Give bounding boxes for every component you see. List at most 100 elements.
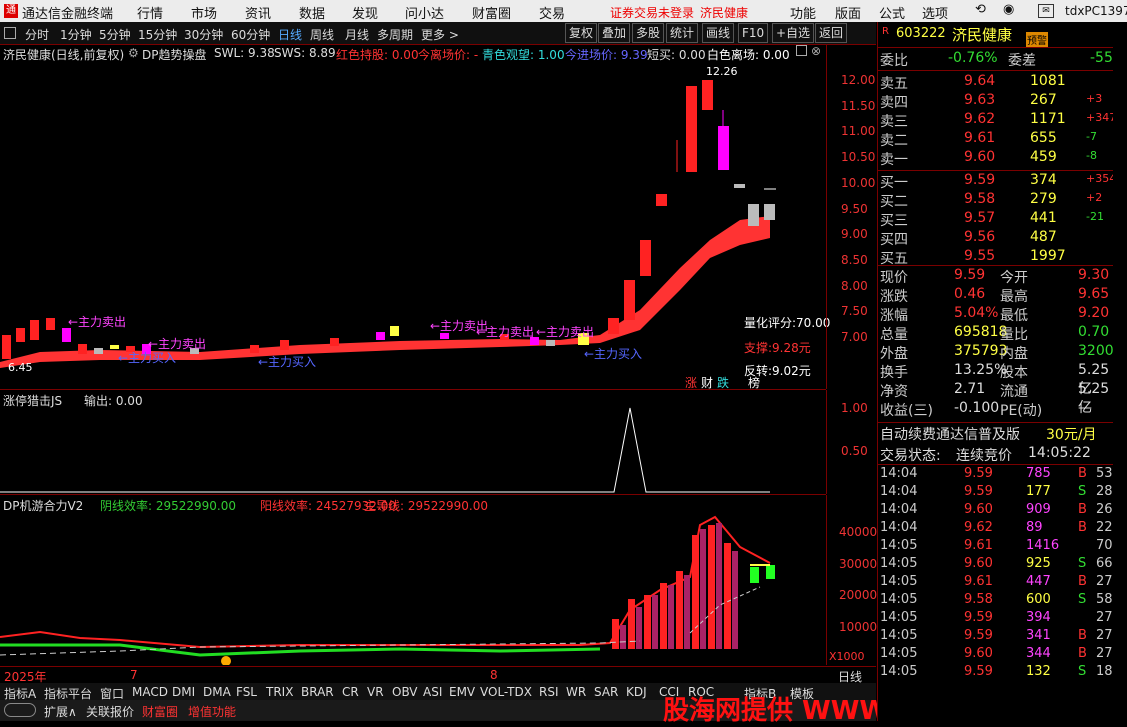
- sell-row[interactable]: 卖三 9.62 1171 +347: [878, 111, 1120, 130]
- force-pane[interactable]: DP机游合力V2 阴线效率: 29522990.00 阳线效率: 2452793…: [0, 495, 826, 665]
- ind-tab[interactable]: KDJ: [626, 685, 647, 699]
- kline-pane[interactable]: 济民健康(日线,前复权) ⚙ DP趋势操盘 SWL: 9.38 SWS: 8.8…: [0, 44, 830, 391]
- menu-item-3[interactable]: 数据: [299, 3, 325, 22]
- period-4[interactable]: 30分钟: [184, 26, 223, 43]
- side-scroll[interactable]: [1113, 40, 1127, 700]
- tick-row[interactable]: 14:05 9.58 600 S 58: [878, 592, 1120, 611]
- status-tab[interactable]: 财富圈: [142, 703, 178, 720]
- menu-right-2[interactable]: 公式: [879, 3, 905, 22]
- tool-1[interactable]: 叠加: [598, 23, 631, 43]
- tool-0[interactable]: 复权: [565, 23, 598, 43]
- ind-tab[interactable]: MACD: [132, 685, 168, 699]
- stock-notice[interactable]: 济民健康: [700, 4, 748, 21]
- ind-tab[interactable]: BRAR: [301, 685, 334, 699]
- status-tab[interactable]: 扩展∧: [44, 703, 77, 720]
- menu-item-2[interactable]: 资讯: [245, 3, 271, 22]
- period-1[interactable]: 1分钟: [60, 26, 92, 43]
- badge-up[interactable]: 涨: [685, 374, 697, 391]
- menu-item-4[interactable]: 发现: [352, 3, 378, 22]
- ind-tab[interactable]: VOL-TDX: [480, 685, 532, 699]
- stat-row[interactable]: 涨跌 0.46 最高 9.65: [878, 286, 1120, 305]
- sell-row[interactable]: 卖一 9.60 459 -8: [878, 149, 1120, 168]
- tick-row[interactable]: 14:05 9.61 447 B 27: [878, 574, 1120, 593]
- buy-row[interactable]: 买二 9.58 279 +2: [878, 191, 1120, 210]
- tool-2[interactable]: 多股: [632, 23, 665, 43]
- badge-rank[interactable]: 榜: [748, 374, 760, 391]
- period-8[interactable]: 月线: [345, 26, 369, 43]
- period-3[interactable]: 15分钟: [138, 26, 177, 43]
- promo-price[interactable]: 30元/月: [1046, 424, 1097, 444]
- stat-row[interactable]: 净资 2.71 流通 5.25亿: [878, 381, 1120, 416]
- stat-row[interactable]: 外盘 375793 内盘 320025: [878, 343, 1127, 362]
- stat-row[interactable]: 收益(三) -0.100 PE(动) —: [878, 400, 1120, 419]
- menu-item-0[interactable]: 行情: [137, 3, 163, 22]
- refresh-icon[interactable]: ⟲: [975, 2, 986, 17]
- tick-row[interactable]: 14:05 9.59 341 B 27: [878, 628, 1120, 647]
- buy-row[interactable]: 买四 9.56 487: [878, 229, 1120, 248]
- tick-row[interactable]: 14:05 9.61 1416 70: [878, 538, 1120, 557]
- panel-toggle-icon[interactable]: [4, 27, 16, 39]
- menu-item-6[interactable]: 财富圈: [472, 3, 511, 22]
- ind-tab[interactable]: CR: [342, 685, 359, 699]
- tool-5[interactable]: F10: [738, 23, 769, 43]
- tick-row[interactable]: 14:05 9.60 925 S 66: [878, 556, 1120, 575]
- tool-6[interactable]: +自选: [772, 23, 815, 43]
- menu-item-1[interactable]: 市场: [191, 3, 217, 22]
- buy-row[interactable]: 买一 9.59 374 +354: [878, 172, 1120, 191]
- stat-row[interactable]: 总量 695818 量比 0.70: [878, 324, 1120, 343]
- user-icon[interactable]: ◉: [1003, 2, 1014, 17]
- ind-tab[interactable]: FSL: [236, 685, 257, 699]
- buy-row[interactable]: 买三 9.57 441 -21: [878, 210, 1120, 229]
- ind-tab[interactable]: EMV: [449, 685, 475, 699]
- menu-item-5[interactable]: 问小达: [405, 3, 444, 22]
- tick-row[interactable]: 14:04 9.60 909 B 26: [878, 502, 1120, 521]
- menu-right-3[interactable]: 选项: [922, 3, 948, 22]
- tool-3[interactable]: 统计: [666, 23, 699, 43]
- ind-tab[interactable]: SAR: [594, 685, 618, 699]
- tick-row[interactable]: 14:04 9.62 89 B 22: [878, 520, 1120, 539]
- ind-tab[interactable]: OBV: [392, 685, 418, 699]
- toggle-switch[interactable]: [4, 703, 36, 717]
- ind-tab[interactable]: RSI: [539, 685, 559, 699]
- warning-tag[interactable]: 预警: [1026, 32, 1048, 47]
- stat-row[interactable]: 现价 9.59 今开 9.30: [878, 267, 1120, 286]
- tool-4[interactable]: 画线: [702, 23, 735, 43]
- tick-row[interactable]: 14:05 9.59 394 27: [878, 610, 1120, 629]
- menu-right-0[interactable]: 功能: [790, 3, 816, 22]
- promo-text[interactable]: 自动续费通达信普及版: [880, 424, 1020, 444]
- tick-row[interactable]: 14:04 9.59 177 S 28: [878, 484, 1120, 503]
- ind-tab[interactable]: DMI: [172, 685, 195, 699]
- sell-row[interactable]: 卖二 9.61 655 -7: [878, 130, 1120, 149]
- period-5[interactable]: 60分钟: [231, 26, 270, 43]
- ind-tab[interactable]: DMA: [203, 685, 231, 699]
- period-6[interactable]: 日线: [278, 26, 302, 43]
- sell-row[interactable]: 卖五 9.64 1081: [878, 73, 1120, 92]
- status-tab[interactable]: 增值功能: [188, 703, 236, 720]
- login-notice[interactable]: 证券交易未登录: [610, 4, 694, 21]
- tool-7[interactable]: 返回: [815, 23, 848, 43]
- mail-icon[interactable]: ✉: [1038, 4, 1054, 18]
- ind-tab[interactable]: VR: [367, 685, 384, 699]
- ind-tab[interactable]: ASI: [423, 685, 442, 699]
- buy-row[interactable]: 买五 9.55 1997: [878, 248, 1120, 267]
- ind-tab[interactable]: TRIX: [266, 685, 293, 699]
- tick-row[interactable]: 14:05 9.60 344 B 27: [878, 646, 1120, 665]
- badge-down[interactable]: 跌: [717, 374, 729, 391]
- period-0[interactable]: 分时: [25, 26, 49, 43]
- badge-finance[interactable]: 财: [701, 374, 713, 391]
- tick-row[interactable]: 14:05 9.59 132 S 18: [878, 664, 1120, 683]
- period-10[interactable]: 更多 >: [421, 26, 459, 43]
- promo-row[interactable]: 自动续费通达信普及版 30元/月: [878, 424, 1120, 443]
- ind-tab[interactable]: WR: [566, 685, 586, 699]
- stat-row[interactable]: 换手 13.25% 股本 5.25亿: [878, 362, 1120, 397]
- sell-row[interactable]: 卖四 9.63 267 +3: [878, 92, 1120, 111]
- stat-row[interactable]: 涨幅 5.04% 最低 9.20: [878, 305, 1120, 324]
- menu-right-1[interactable]: 版面: [835, 3, 861, 22]
- menu-item-7[interactable]: 交易: [539, 3, 565, 22]
- period-9[interactable]: 多周期: [377, 26, 413, 43]
- status-tab[interactable]: 关联报价: [86, 703, 134, 720]
- tick-row[interactable]: 14:04 9.59 785 B 53: [878, 466, 1120, 485]
- period-7[interactable]: 周线: [310, 26, 334, 43]
- period-2[interactable]: 5分钟: [99, 26, 131, 43]
- limitup-pane[interactable]: 涨停猎击JS 输出: 0.00: [0, 390, 826, 495]
